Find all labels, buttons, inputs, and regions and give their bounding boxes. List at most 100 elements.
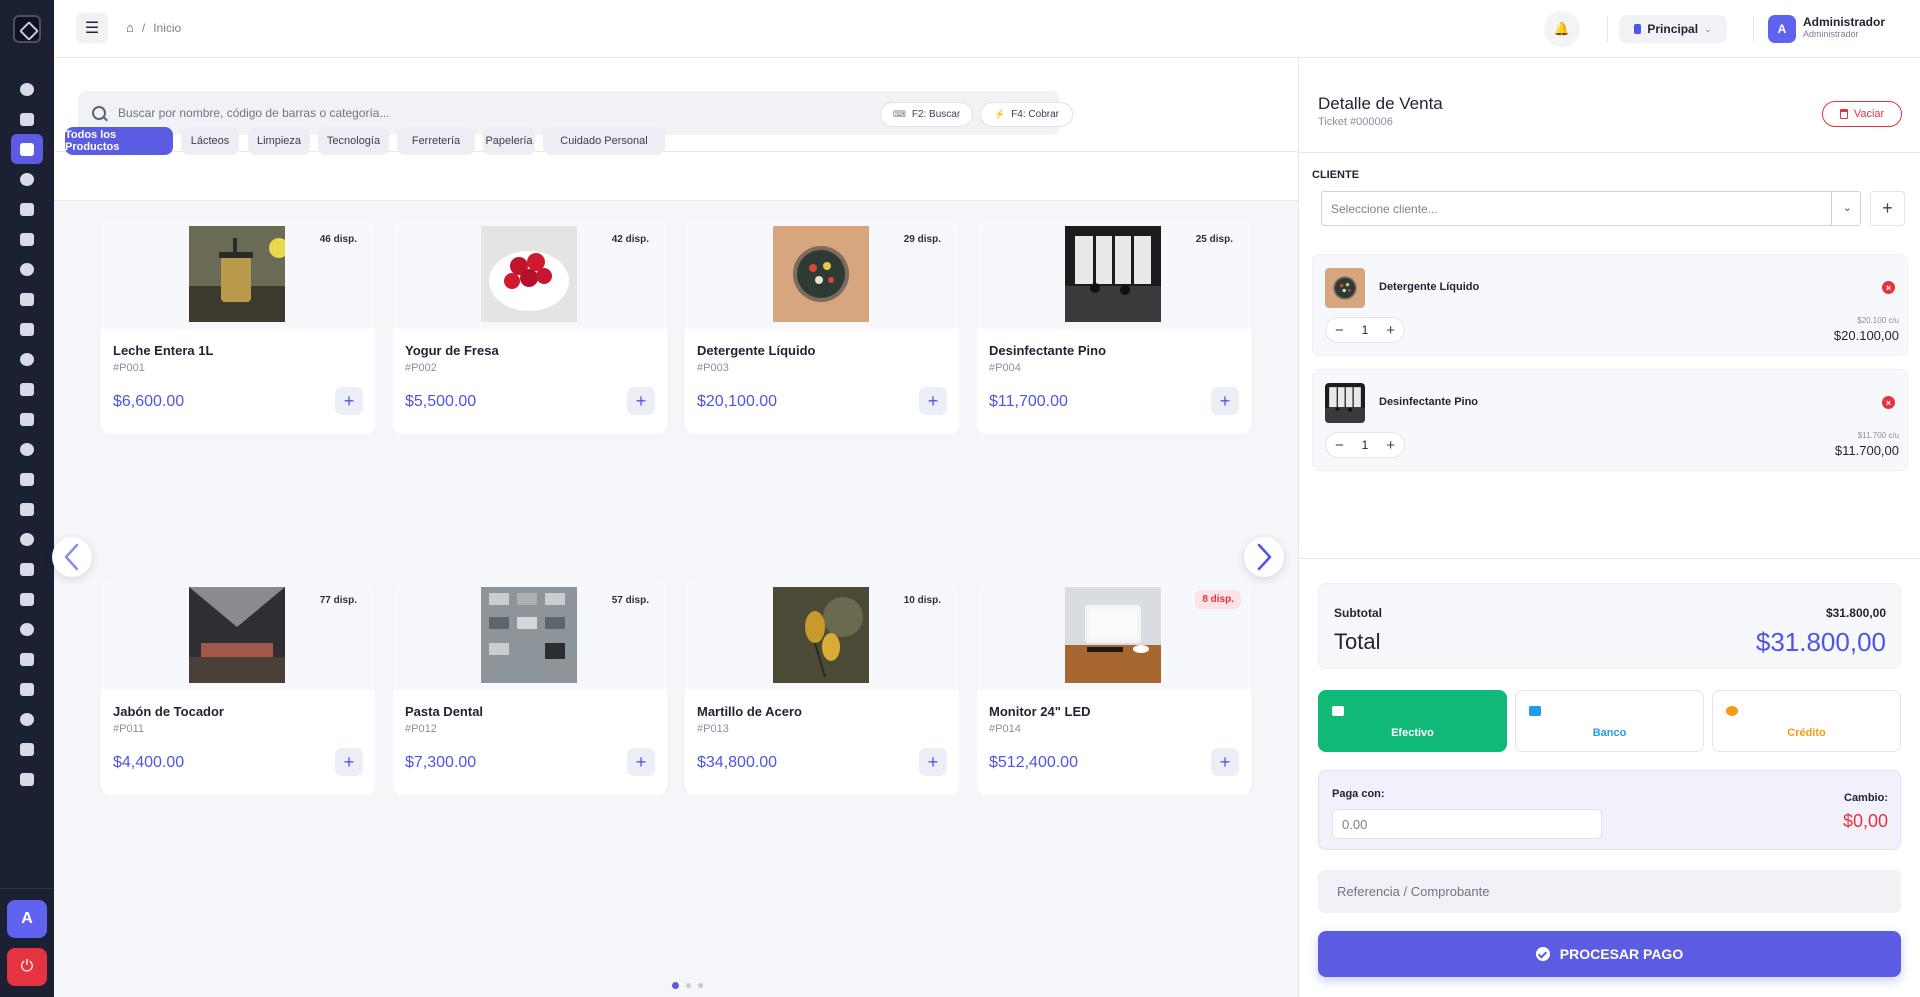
file-text-icon[interactable] <box>0 734 54 764</box>
quantity-value[interactable]: 1 <box>1362 323 1369 337</box>
pos-icon[interactable] <box>11 134 43 164</box>
product-card[interactable]: 57 disp. Pasta Dental #P012 $7,300.00 + <box>393 582 667 795</box>
warehouse-icon[interactable] <box>0 374 54 404</box>
user-avatar[interactable]: A <box>1768 15 1796 43</box>
client-select[interactable]: ⌄ <box>1321 191 1861 226</box>
menu-toggle-button[interactable]: ☰ <box>76 13 108 43</box>
category-chip[interactable]: Tecnología <box>318 127 389 155</box>
product-card[interactable]: 77 disp. Jabón de Tocador #P011 $4,400.00 + <box>101 582 375 795</box>
product-price: $512,400.00 <box>989 754 1078 771</box>
header-divider <box>1607 16 1608 42</box>
product-image-area: 25 disp. <box>977 221 1251 329</box>
logout-button[interactable]: ⏻ <box>7 948 47 986</box>
remove-item-icon[interactable]: × <box>1882 281 1895 294</box>
remove-item-icon[interactable]: × <box>1882 396 1895 409</box>
cart-item: Desinfectante Pino × − 1 + $11.700 c/u $11.700… <box>1312 369 1908 471</box>
quantity-value[interactable]: 1 <box>1362 438 1369 452</box>
increase-qty-button[interactable]: + <box>1386 322 1395 339</box>
chart-pie-icon[interactable] <box>0 104 54 134</box>
add-to-cart-button[interactable]: + <box>335 387 363 415</box>
product-card[interactable]: 29 disp. Detergente Líquido #P003 $20,100.0… <box>685 221 959 434</box>
payment-method-cash[interactable]: Efectivo <box>1318 690 1507 752</box>
sidebar-avatar[interactable]: A <box>7 900 47 938</box>
product-name: Detergente Líquido <box>697 343 816 358</box>
add-to-cart-button[interactable]: + <box>627 748 655 776</box>
top-header: ☰ ⌂ / Inicio 🔔 Principal ⌄ A Administrad… <box>54 0 1920 58</box>
carousel-prev-arrow-icon[interactable] <box>52 537 92 577</box>
shortcut-checkout-button[interactable]: ⚡ F4: Cobrar <box>980 102 1073 127</box>
client-search-input[interactable] <box>1322 192 1832 225</box>
calculator-icon[interactable] <box>0 674 54 704</box>
truck-icon[interactable] <box>0 464 54 494</box>
category-chip[interactable]: Todos los Productos <box>65 127 173 155</box>
page-dot[interactable] <box>686 983 691 988</box>
app-logo[interactable] <box>13 15 41 43</box>
wallet-icon[interactable] <box>0 314 54 344</box>
reference-input[interactable] <box>1318 870 1901 913</box>
category-chip[interactable]: Papelería <box>483 127 535 155</box>
chevron-down-icon[interactable]: ⌄ <box>1843 201 1852 214</box>
dashboard-icon[interactable] <box>0 74 54 104</box>
product-image-area: 29 disp. <box>685 221 959 329</box>
pay-with-input[interactable] <box>1332 809 1602 839</box>
product-photo <box>773 587 869 683</box>
payment-method-credit[interactable]: Crédito <box>1712 690 1901 752</box>
hand-icon[interactable] <box>0 224 54 254</box>
add-to-cart-button[interactable]: + <box>1211 387 1239 415</box>
history-icon[interactable] <box>0 704 54 734</box>
category-chip[interactable]: Cuidado Personal <box>543 127 665 155</box>
category-filter-bar <box>54 152 1298 201</box>
carousel-next-arrow-icon[interactable] <box>1244 537 1284 577</box>
user-cog-icon[interactable] <box>0 644 54 674</box>
product-card[interactable]: 8 disp. Monitor 24" LED #P014 $512,400.00 + <box>977 582 1251 795</box>
add-to-cart-button[interactable]: + <box>335 748 363 776</box>
payment-method-bank[interactable]: Banco <box>1515 690 1704 752</box>
label-icon[interactable] <box>0 554 54 584</box>
product-code: #P003 <box>697 362 729 374</box>
increase-qty-button[interactable]: + <box>1386 437 1395 454</box>
sidebar-divider <box>0 888 54 889</box>
cart-icon[interactable] <box>0 434 54 464</box>
tag-icon[interactable] <box>0 344 54 374</box>
product-card[interactable]: 10 disp. Martillo de Acero #P013 $34,800.00… <box>685 582 959 795</box>
category-chip[interactable]: Ferretería <box>397 127 475 155</box>
product-card[interactable]: 46 disp. Leche Entera 1L #P001 $6,600.00 + <box>101 221 375 434</box>
breadcrumb-current[interactable]: Inicio <box>153 21 181 35</box>
notifications-bell-icon[interactable]: 🔔 <box>1544 11 1580 47</box>
user-name[interactable]: Administrador <box>1803 15 1885 29</box>
report-icon[interactable] <box>0 194 54 224</box>
page-dot[interactable] <box>698 983 703 988</box>
archive-icon[interactable] <box>0 764 54 794</box>
product-image-area: 8 disp. <box>977 582 1251 690</box>
money-icon[interactable] <box>0 284 54 314</box>
process-payment-button[interactable]: PROCESAR PAGO <box>1318 931 1901 977</box>
product-card[interactable]: 25 disp. Desinfectante Pino #P004 $11,700.0… <box>977 221 1251 434</box>
cart-item-thumbnail <box>1325 268 1365 308</box>
cash-icon[interactable] <box>0 524 54 554</box>
clear-cart-button[interactable]: Vaciar <box>1822 101 1902 127</box>
totals-box: Subtotal $31.800,00 Total $31.800,00 <box>1318 583 1901 669</box>
exchange-icon[interactable] <box>0 494 54 524</box>
product-card[interactable]: 42 disp. Yogur de Fresa #P002 $5,500.00 + <box>393 221 667 434</box>
add-to-cart-button[interactable]: + <box>919 748 947 776</box>
stock-badge: 42 disp. <box>611 234 649 245</box>
page-dot[interactable] <box>672 982 679 989</box>
document-icon[interactable] <box>0 164 54 194</box>
add-to-cart-button[interactable]: + <box>627 387 655 415</box>
branch-selector[interactable]: Principal ⌄ <box>1619 15 1727 43</box>
decrease-qty-button[interactable]: − <box>1335 322 1344 339</box>
product-price: $5,500.00 <box>405 393 477 410</box>
add-to-cart-button[interactable]: + <box>1211 748 1239 776</box>
decrease-qty-button[interactable]: − <box>1335 437 1344 454</box>
users-icon[interactable] <box>0 614 54 644</box>
add-to-cart-button[interactable]: + <box>919 387 947 415</box>
category-chip[interactable]: Lácteos <box>181 127 239 155</box>
clipboard-check-icon[interactable] <box>0 584 54 614</box>
home-icon[interactable]: ⌂ <box>126 20 134 35</box>
add-client-button[interactable]: + <box>1870 191 1905 226</box>
category-chip[interactable]: Limpieza <box>248 127 310 155</box>
unit-price: $11.700 c/u <box>1857 431 1899 440</box>
file-icon[interactable] <box>0 254 54 284</box>
shortcut-search-button[interactable]: ⌨ F2: Buscar <box>880 102 973 127</box>
transfer-icon[interactable] <box>0 404 54 434</box>
